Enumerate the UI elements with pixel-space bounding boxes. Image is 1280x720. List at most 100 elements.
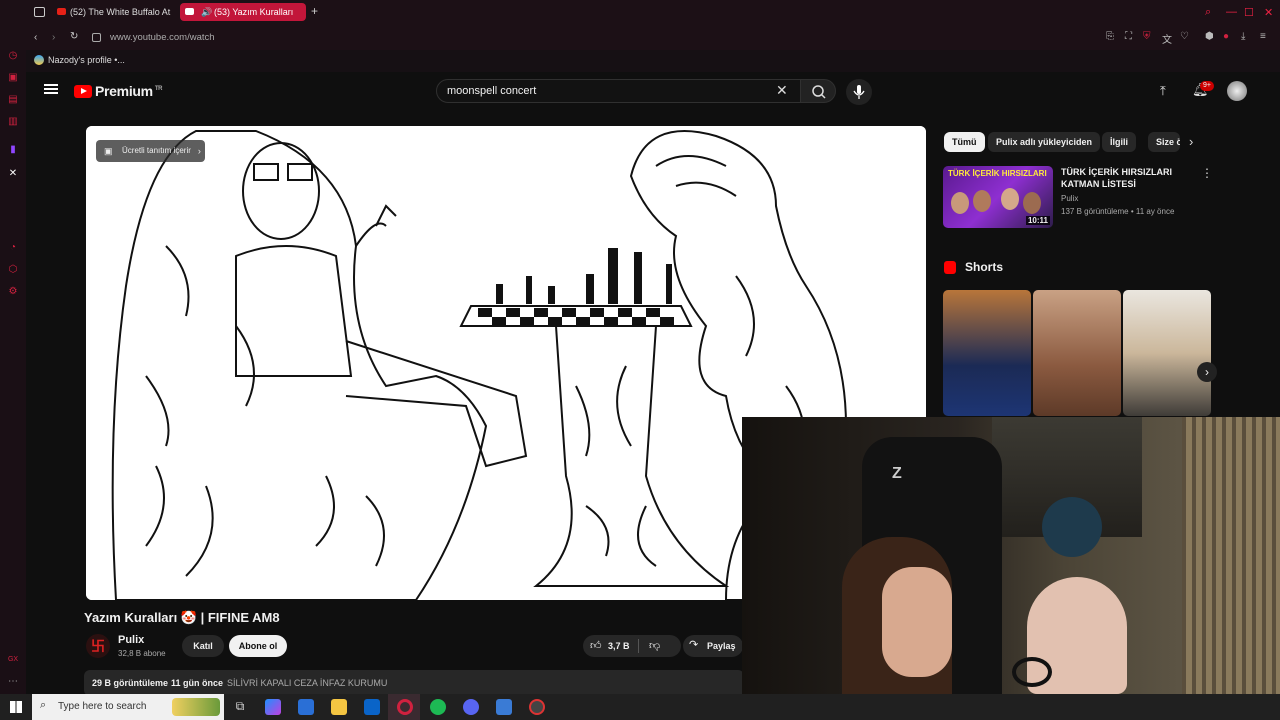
extensions-puzzle-icon[interactable]: ⬢ <box>1205 31 1214 42</box>
player-icon[interactable]: ▥ <box>7 116 19 128</box>
speaker-icon: 🔊 <box>201 7 213 17</box>
more-icon[interactable]: ⋯ <box>7 676 19 688</box>
subscribe-button[interactable]: Abone ol <box>229 635 287 657</box>
security-icon[interactable] <box>92 33 101 42</box>
new-tab-button[interactable]: + <box>311 4 318 18</box>
taskbar-search-input[interactable]: ⌕ Type here to search <box>32 694 224 720</box>
short-thumb-3[interactable] <box>1123 290 1211 416</box>
maximize-icon[interactable]: ☐ <box>1244 6 1254 19</box>
notification-badge: 9+ <box>1200 81 1214 91</box>
youtube-icon <box>57 8 66 15</box>
rec-thumb-label: TÜRK İÇERİK HIRSIZLARI <box>948 169 1047 178</box>
clear-search-icon[interactable]: ✕ <box>776 82 788 99</box>
file-explorer-icon[interactable] <box>331 699 347 715</box>
search-button[interactable] <box>800 79 836 103</box>
forward-icon[interactable]: › <box>52 32 55 43</box>
window-grille <box>1182 417 1280 694</box>
bag-icon[interactable]: ▣ <box>7 72 19 84</box>
chip-all[interactable]: Tümü <box>944 132 985 152</box>
search-value: moonspell concert <box>447 85 537 97</box>
tab-manager-icon[interactable] <box>34 7 45 17</box>
rec-title[interactable]: TÜRK İÇERİK HIRSIZLARI KATMAN LİSTESİ <box>1061 166 1191 190</box>
rec-thumbnail[interactable]: TÜRK İÇERİK HIRSIZLARI 10:11 <box>943 166 1053 228</box>
tab-yazim-kurallari[interactable]: 🔊 (53) Yazım Kuralları <box>180 3 306 21</box>
minimize-icon[interactable]: — <box>1226 6 1237 18</box>
extensions-icon[interactable]: ⬡ <box>7 264 19 276</box>
channel-name[interactable]: Pulix <box>118 634 144 646</box>
profile-icon[interactable]: ● <box>1223 31 1229 42</box>
app-icon[interactable] <box>496 699 512 715</box>
share-icon: ↷ <box>689 639 699 651</box>
settings-icon[interactable]: ⚙ <box>7 286 19 298</box>
translate-icon[interactable]: 文 <box>1162 31 1172 46</box>
close-window-icon[interactable]: ✕ <box>1264 6 1273 19</box>
logo-region: TR <box>154 86 163 93</box>
history-icon[interactable]: ◷ <box>7 50 19 62</box>
shorts-icon <box>944 261 956 274</box>
hamburger-icon[interactable] <box>44 84 58 94</box>
youtube-play-icon <box>74 85 92 98</box>
rec-duration: 10:11 <box>1025 216 1050 225</box>
vpn-icon[interactable]: ⛨ <box>1143 31 1151 42</box>
x-twitter-icon[interactable]: ✕ <box>7 168 19 180</box>
heart-icon[interactable]: ♡ <box>1180 31 1189 42</box>
youtube-icon <box>185 8 194 15</box>
short-thumb-1[interactable] <box>943 290 1031 416</box>
share-label: Paylaş <box>707 641 736 651</box>
bookmark-nazody[interactable]: Nazody's profile •... <box>48 55 125 65</box>
store-icon[interactable] <box>298 699 314 715</box>
gx-icon[interactable]: GX <box>7 654 19 666</box>
chip-for-you[interactable]: Size ö <box>1148 132 1180 152</box>
avatar[interactable] <box>1227 81 1247 101</box>
voice-search-button[interactable] <box>846 79 872 105</box>
copilot-icon[interactable] <box>265 699 281 715</box>
search-icon: ⌕ <box>40 699 47 711</box>
search-icon <box>812 85 826 99</box>
headphones <box>1012 657 1052 687</box>
like-count[interactable]: 3,7 B <box>608 641 630 651</box>
upload-icon[interactable]: ⤒ <box>1160 83 1166 99</box>
join-button[interactable]: Katıl <box>182 635 224 657</box>
taskbar-search-placeholder: Type here to search <box>58 701 147 712</box>
rec-meta: 137 B görüntüleme • 11 ay önce <box>1061 207 1175 216</box>
video-title: Yazım Kuralları 🤡 | FIFINE AM8 <box>84 610 280 625</box>
more-vert-icon[interactable]: ⋮ <box>1201 166 1213 180</box>
channel-avatar[interactable]: 卐 <box>86 634 110 658</box>
reload-icon[interactable]: ↻ <box>70 31 78 42</box>
logo-text: Premium <box>95 83 153 99</box>
menu-icon[interactable]: ≡ <box>1260 31 1266 42</box>
task-view-icon[interactable]: ⧉ <box>232 699 248 715</box>
rec-channel[interactable]: Pulix <box>1061 194 1078 203</box>
dislike-icon[interactable]: 👎︎ <box>649 639 660 652</box>
chip-from-uploader[interactable]: Pulix adlı yükleyiciden <box>988 132 1101 152</box>
back-icon[interactable]: ‹ <box>34 32 37 43</box>
chip-related[interactable]: İlgili <box>1102 132 1136 152</box>
snapshot-icon[interactable]: ⛶ <box>1125 31 1132 42</box>
download-icon[interactable]: ⤓ <box>1241 31 1245 42</box>
outlook-icon[interactable] <box>364 699 380 715</box>
start-icon[interactable] <box>10 701 22 713</box>
short-thumb-2[interactable] <box>1033 290 1121 416</box>
obs-icon[interactable] <box>529 699 545 715</box>
fan <box>1042 497 1102 557</box>
opera-gx-icon[interactable] <box>397 699 413 715</box>
tab-white-buffalo[interactable]: (52) The White Buffalo At <box>52 3 174 21</box>
url-field[interactable]: www.youtube.com/watch <box>110 32 215 43</box>
discord-icon[interactable] <box>463 699 479 715</box>
youtube-logo[interactable]: Premium TR <box>74 83 163 99</box>
chevron-right-icon[interactable]: › <box>1189 134 1193 149</box>
search-tabs-icon[interactable]: ⌕ <box>1205 6 1211 19</box>
shorts-heading: Shorts <box>965 260 1004 274</box>
paid-promotion-badge[interactable]: ▣ Ücretli tanıtım içerir › <box>96 140 205 162</box>
twitch-icon[interactable]: ▮ <box>7 144 19 156</box>
subscriber-count: 32,8 B abone <box>118 649 166 658</box>
tab-label: (53) Yazım Kuralları <box>214 7 294 17</box>
shorts-next-button[interactable]: › <box>1197 362 1217 382</box>
description-tag[interactable]: SİLİVRİ KAPALI CEZA İNFAZ KURUMU <box>227 678 387 688</box>
like-icon[interactable]: 👍︎ <box>590 639 602 652</box>
search-input[interactable]: moonspell concert <box>436 79 801 103</box>
news-icon[interactable]: ▤ <box>7 94 19 106</box>
bookmark-icon[interactable]: ⎘ <box>1106 31 1114 42</box>
clock-icon[interactable]: ◔ <box>7 242 19 254</box>
spotify-icon[interactable] <box>430 699 446 715</box>
